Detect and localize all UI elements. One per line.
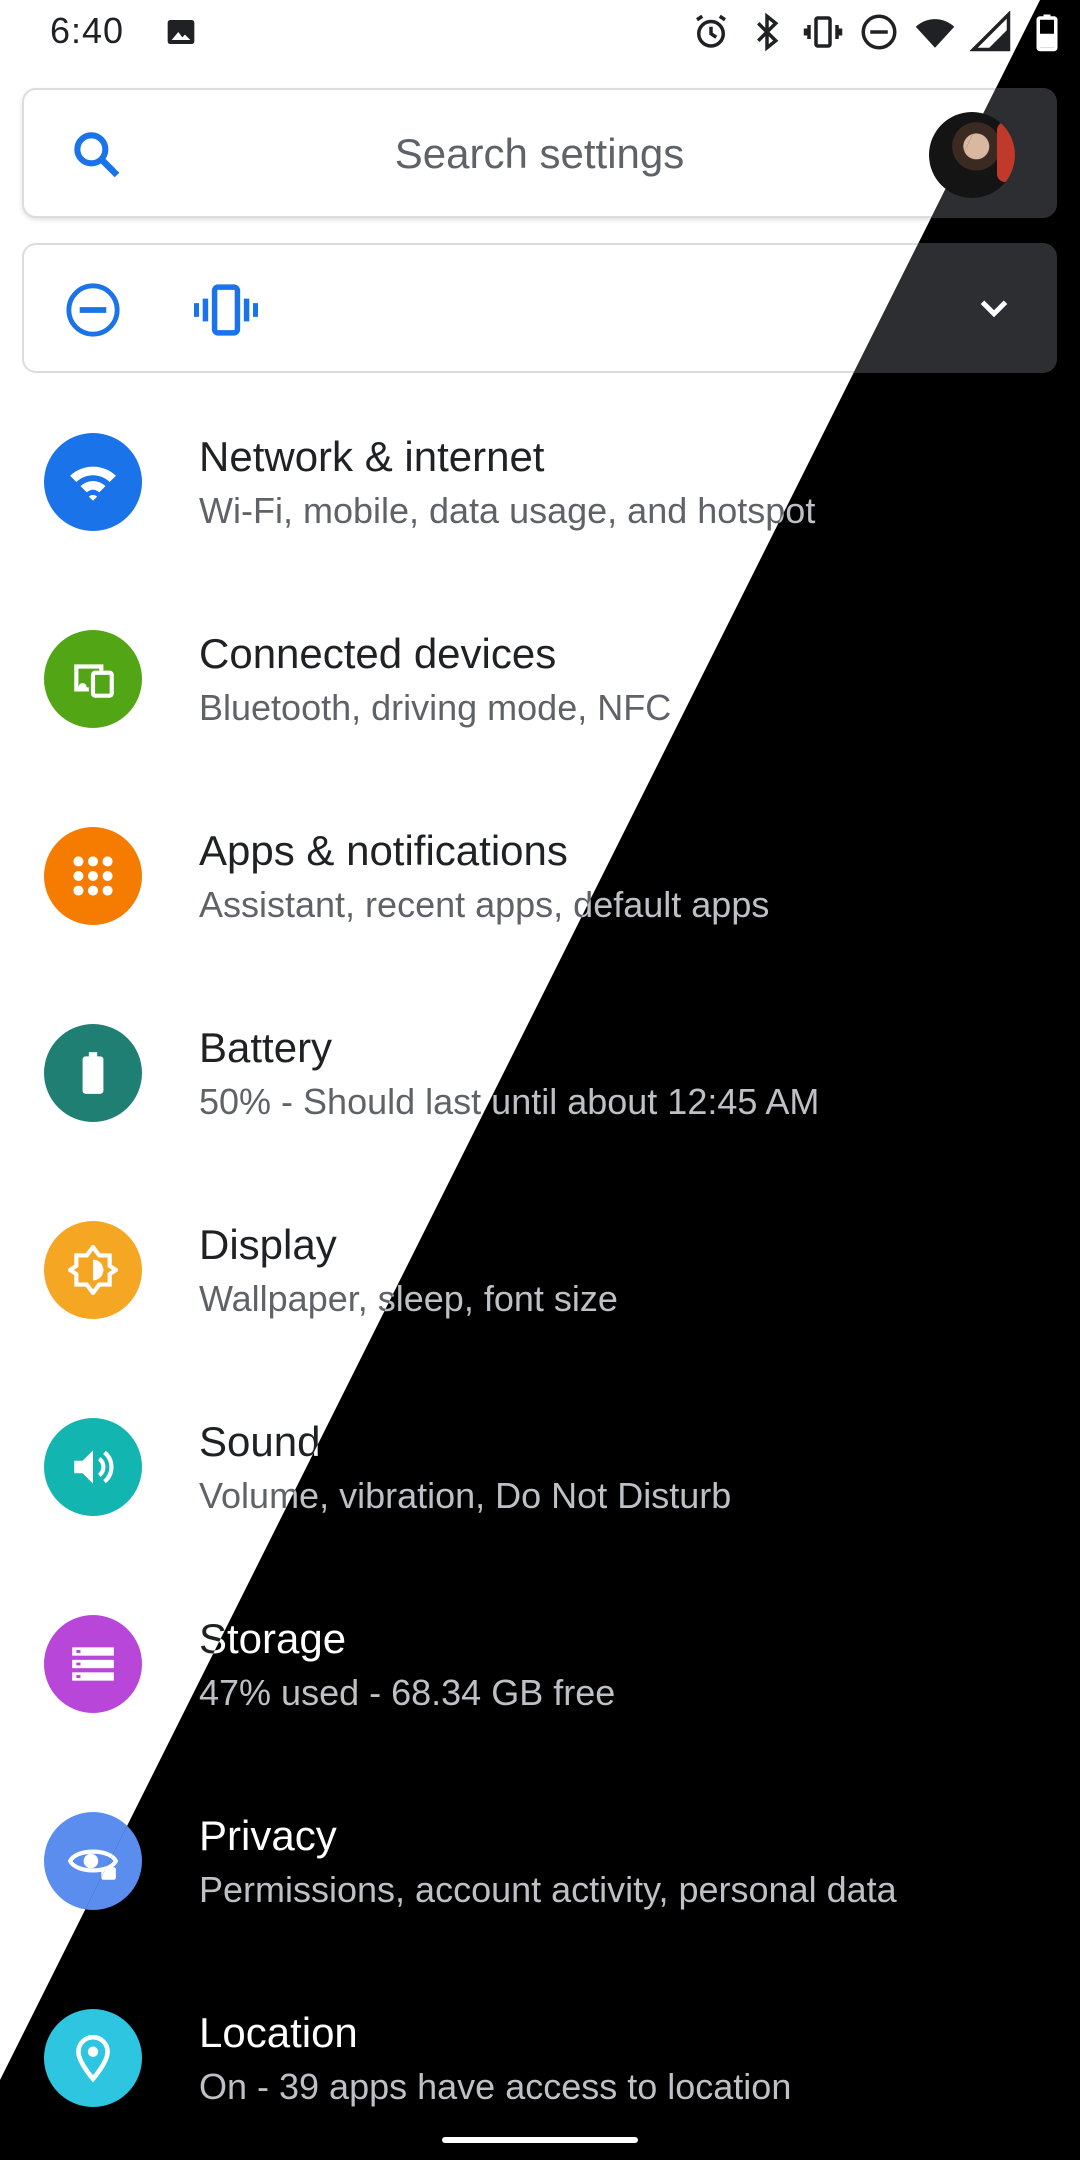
settings-item-title: Display [199,1221,337,1268]
gallery-icon [165,16,197,46]
apps-grid-icon [44,827,142,925]
vibrate-icon [802,11,844,53]
alarm-icon [690,11,732,53]
settings-item-subtitle: On - 39 apps have access to location [199,2066,792,2107]
dnd-icon [858,11,900,53]
settings-item-title: Apps & notifications [199,827,568,874]
settings-item-subtitle: Wi-Fi, mobile, data usage, and hotspot [199,490,816,531]
settings-item-title: Privacy [199,1812,337,1859]
signal-icon [969,10,1012,53]
settings-item-subtitle: Permissions, account activity, personal … [199,1869,897,1910]
settings-item-title: Location [199,2009,358,2056]
wifi-icon [44,433,142,531]
volume-icon [44,1418,142,1516]
storage-icon [44,1615,142,1713]
settings-item-title: Network & internet [199,433,545,480]
settings-item-subtitle: 47% used - 68.34 GB free [199,1672,616,1713]
bluetooth-icon [746,11,788,53]
settings-item-title: Battery [199,1024,333,1071]
devices-icon [44,630,142,728]
settings-item-title: Connected devices [199,630,557,677]
status-bar: 6:40 [0,0,1080,66]
settings-item-privacy[interactable]: Privacy Permissions, account activity, p… [0,1774,1080,1971]
search-bar[interactable]: Search settings [22,88,1057,218]
wifi-icon [914,11,956,53]
dnd-icon[interactable] [64,281,122,339]
settings-item-subtitle: Bluetooth, driving mode, NFC [199,687,672,728]
status-icons [690,10,1068,54]
settings-item-location[interactable]: Location On - 39 apps have access to loc… [0,1971,1080,2160]
brightness-icon [44,1221,142,1319]
gesture-nav-handle[interactable] [442,2137,638,2143]
vibrate-icon[interactable] [193,281,259,339]
search-placeholder: Search settings [394,130,685,177]
settings-item-title: Sound [199,1418,321,1465]
status-time: 6:40 [50,10,125,51]
location-pin-icon [44,2009,142,2107]
battery-icon [1026,11,1068,53]
battery-icon [44,1024,142,1122]
chevron-down-icon[interactable] [971,285,1017,331]
